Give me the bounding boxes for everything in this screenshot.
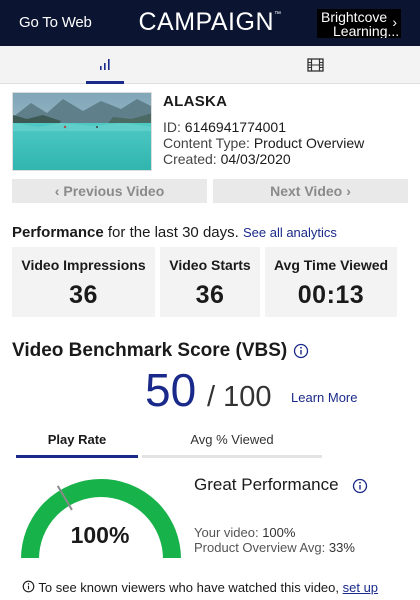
category-avg-row: Product Overview Avg: 33% xyxy=(194,540,355,555)
content-type-value: Product Overview xyxy=(253,135,365,151)
video-id-row: ID: 6146941774001 xyxy=(163,119,413,135)
chevron-left-icon: ‹ xyxy=(54,183,60,199)
learn-more-link[interactable]: Learn More xyxy=(291,390,357,405)
your-video-value: 100% xyxy=(262,525,296,540)
your-video-label: Your video: xyxy=(194,525,259,540)
content-type-row: Content Type: Product Overview xyxy=(163,135,413,151)
set-up-link[interactable]: set up xyxy=(343,580,378,595)
stat-label: Video Impressions xyxy=(21,257,146,273)
stat-value: 36 xyxy=(69,281,98,309)
account-name-line1: Brightcove xyxy=(321,9,388,25)
top-bar: Go To Web CAMPAIGN™ Brightcove Learning.… xyxy=(0,0,420,46)
video-title: ALASKA xyxy=(163,93,228,110)
view-tabs xyxy=(0,46,420,84)
see-all-analytics-link[interactable]: See all analytics xyxy=(243,225,337,240)
info-icon[interactable] xyxy=(352,478,368,499)
stat-card-avg-time: Avg Time Viewed 00:13 xyxy=(265,247,397,317)
chevron-right-icon: › xyxy=(392,14,397,30)
created-row: Created: 04/03/2020 xyxy=(163,151,413,167)
video-id-value: 6146941774001 xyxy=(184,119,287,135)
content-type-label: Content Type: xyxy=(163,135,250,151)
chevron-right-icon: › xyxy=(346,183,351,199)
footer-banner: To see known viewers who have watched th… xyxy=(0,558,420,600)
account-name-line2: Learning... xyxy=(333,23,400,38)
gauge-value: 100% xyxy=(70,522,130,548)
tab-media[interactable] xyxy=(296,46,334,84)
go-to-web-link[interactable]: Go To Web xyxy=(19,14,92,31)
created-label: Created: xyxy=(163,151,217,167)
stat-card-starts: Video Starts 36 xyxy=(160,247,260,317)
video-thumbnail[interactable] xyxy=(12,92,152,171)
footer-text: To see known viewers who have watched th… xyxy=(38,580,339,595)
stat-value: 36 xyxy=(195,281,225,309)
tab-avg-viewed[interactable]: Avg % Viewed xyxy=(142,432,322,458)
account-switcher-button[interactable]: Brightcove Learning... › xyxy=(317,9,401,38)
performance-label: Performance xyxy=(12,224,104,241)
previous-video-label: Previous Video xyxy=(63,183,165,199)
performance-status: Great Performance xyxy=(194,475,339,494)
your-video-row: Your video: 100% xyxy=(194,525,355,540)
brand-trademark: ™ xyxy=(274,11,282,18)
next-video-button[interactable]: Next Video › xyxy=(213,179,408,203)
thumbnail-image xyxy=(13,93,151,170)
category-avg-value: 33% xyxy=(328,540,355,555)
info-icon[interactable] xyxy=(293,343,309,364)
brand-name: CAMPAIGN xyxy=(138,8,274,36)
vbs-title: Video Benchmark Score (VBS) xyxy=(12,340,288,361)
video-id-label: ID: xyxy=(163,119,181,135)
performance-period: for the last 30 days. xyxy=(107,224,239,241)
stat-label: Avg Time Viewed xyxy=(273,257,389,273)
vbs-score: 50 xyxy=(145,364,197,416)
film-icon xyxy=(306,58,324,72)
vbs-score-max: / 100 xyxy=(207,381,272,413)
next-video-label: Next Video xyxy=(270,183,343,199)
stat-label: Video Starts xyxy=(169,257,251,273)
stat-value: 00:13 xyxy=(297,281,365,309)
video-details: ALASKA ID: 6146941774001 Content Type: P… xyxy=(163,93,413,167)
footer-message: To see known viewers who have watched th… xyxy=(22,580,378,595)
bar-chart-icon xyxy=(100,58,110,70)
category-avg-label: Product Overview Avg: xyxy=(194,540,326,555)
tab-play-rate[interactable]: Play Rate xyxy=(16,432,138,458)
created-value: 04/03/2020 xyxy=(220,151,291,167)
comparison-values: Your video: 100% Product Overview Avg: 3… xyxy=(194,525,355,555)
tab-analytics[interactable] xyxy=(86,46,124,84)
stat-card-impressions: Video Impressions 36 xyxy=(12,247,155,317)
previous-video-button[interactable]: ‹ Previous Video xyxy=(12,179,207,203)
info-icon xyxy=(22,580,35,593)
performance-heading: Performance for the last 30 days. See al… xyxy=(12,224,337,241)
